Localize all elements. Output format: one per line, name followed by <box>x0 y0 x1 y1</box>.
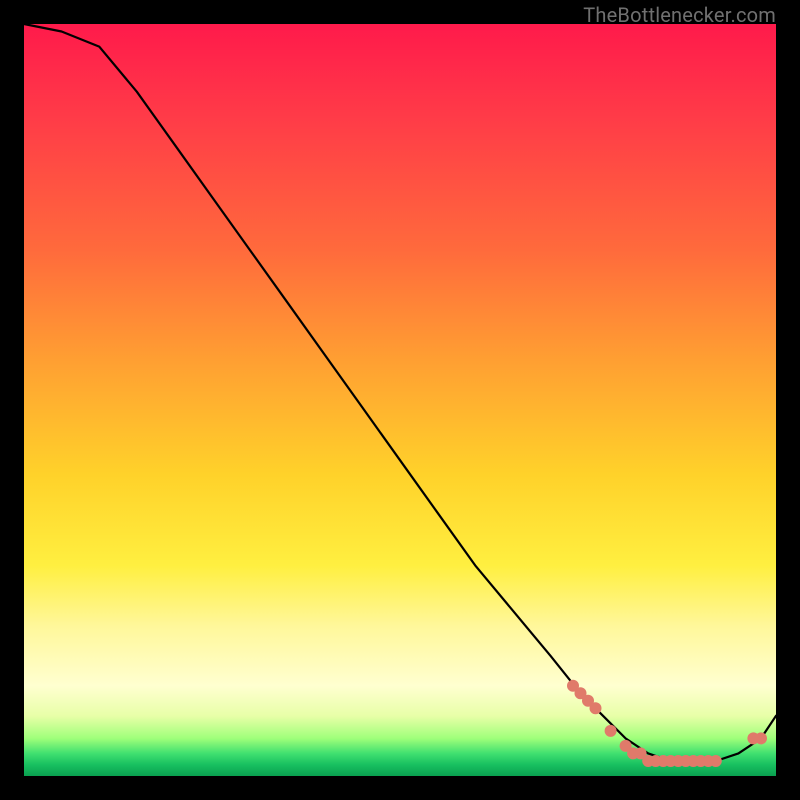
data-marker <box>710 755 722 767</box>
data-marker <box>590 702 602 714</box>
bottleneck-curve <box>24 24 776 761</box>
plot-area <box>24 24 776 776</box>
chart-svg <box>24 24 776 776</box>
data-marker <box>755 732 767 744</box>
data-marker <box>605 725 617 737</box>
attribution-text: TheBottlenecker.com <box>583 3 776 27</box>
chart-stage: TheBottlenecker.com <box>0 0 800 800</box>
